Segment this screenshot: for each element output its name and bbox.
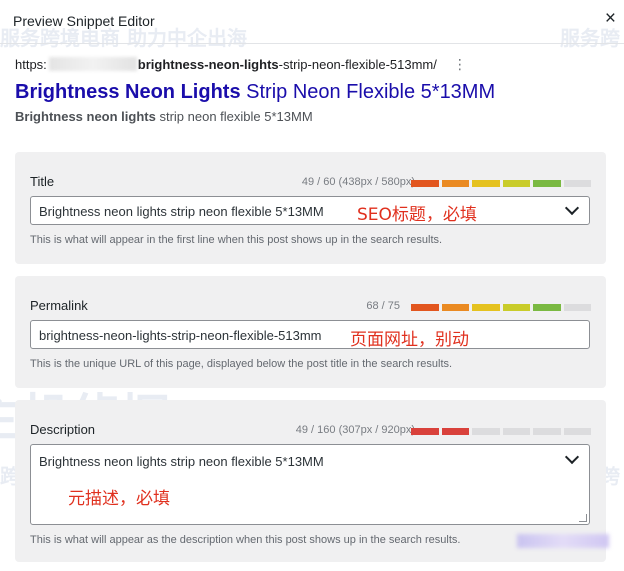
progress-segment — [411, 304, 439, 311]
title-progress-bar — [411, 180, 591, 187]
progress-segment — [533, 428, 561, 435]
title-card: Title 49 / 60 (438px / 580px) Brightness… — [15, 152, 606, 264]
progress-segment — [502, 304, 530, 311]
progress-segment — [441, 180, 469, 187]
resize-handle[interactable] — [579, 514, 587, 522]
serp-title-rest: Strip Neon Flexible 5*13MM — [240, 81, 496, 103]
serp-url: https: brightness-neon-lights -strip-neo… — [15, 54, 610, 74]
permalink-input[interactable]: brightness-neon-lights-strip-neon-flexib… — [30, 320, 590, 349]
progress-segment — [533, 304, 561, 311]
progress-segment — [411, 180, 439, 187]
progress-segment — [563, 304, 591, 311]
permalink-label: Permalink — [30, 298, 88, 313]
url-prefix: https: — [15, 56, 47, 72]
progress-segment — [441, 304, 469, 311]
serp-desc-keyword: Brightness neon lights — [15, 109, 156, 124]
title-input[interactable]: Brightness neon lights strip neon flexib… — [30, 196, 590, 225]
more-vertical-icon[interactable]: ⋮ — [453, 56, 467, 73]
progress-segment — [502, 428, 530, 435]
progress-segment — [472, 304, 500, 311]
permalink-card: Permalink 68 / 75 brightness-neon-lights… — [15, 276, 606, 388]
description-label: Description — [30, 422, 96, 437]
close-icon[interactable]: × — [605, 9, 616, 28]
permalink-progress-bar — [411, 304, 591, 311]
permalink-hint: This is the unique URL of this page, dis… — [30, 358, 453, 370]
serp-title-keyword: Brightness Neon Lights — [15, 81, 241, 103]
description-counter: 49 / 160 (307px / 920px) — [295, 424, 415, 436]
serp-desc-rest: strip neon flexible 5*13MM — [155, 109, 313, 124]
title-hint: This is what will appear in the first li… — [30, 234, 443, 246]
description-annotation: 元描述，必填 — [68, 489, 170, 509]
url-rest: -strip-neon-flexible-513mm/ — [278, 56, 437, 72]
url-keyword: brightness-neon-lights — [137, 56, 279, 72]
dialog-title: Preview Snippet Editor — [13, 13, 155, 29]
progress-segment — [563, 428, 591, 435]
blurred-badge — [517, 534, 609, 548]
title-counter: 49 / 60 (438px / 580px) — [301, 176, 415, 188]
description-progress-bar — [411, 428, 591, 435]
serp-title[interactable]: Brightness Neon Lights Strip Neon Flexib… — [15, 79, 610, 105]
dialog-header: Preview Snippet Editor × — [0, 0, 624, 44]
title-input-value: Brightness neon lights strip neon flexib… — [39, 204, 324, 219]
progress-segment — [533, 180, 561, 187]
progress-segment — [472, 428, 500, 435]
url-blurred-domain — [48, 57, 137, 71]
progress-segment — [411, 428, 439, 435]
permalink-counter: 68 / 75 — [366, 300, 400, 312]
progress-segment — [502, 180, 530, 187]
permalink-input-value: brightness-neon-lights-strip-neon-flexib… — [39, 328, 322, 343]
progress-segment — [472, 180, 500, 187]
chevron-down-icon[interactable] — [564, 449, 580, 465]
serp-preview: https: brightness-neon-lights -strip-neo… — [15, 54, 610, 125]
description-textarea-value: Brightness neon lights strip neon flexib… — [39, 454, 324, 469]
chevron-down-icon[interactable] — [564, 200, 580, 216]
description-hint: This is what will appear as the descript… — [30, 534, 461, 546]
progress-segment — [441, 428, 469, 435]
progress-segment — [563, 180, 591, 187]
permalink-annotation: 页面网址，别动 — [350, 330, 469, 350]
serp-description: Brightness neon lights strip neon flexib… — [15, 109, 610, 124]
title-annotation: SEO标题，必填 — [357, 205, 477, 225]
title-label: Title — [30, 174, 55, 189]
